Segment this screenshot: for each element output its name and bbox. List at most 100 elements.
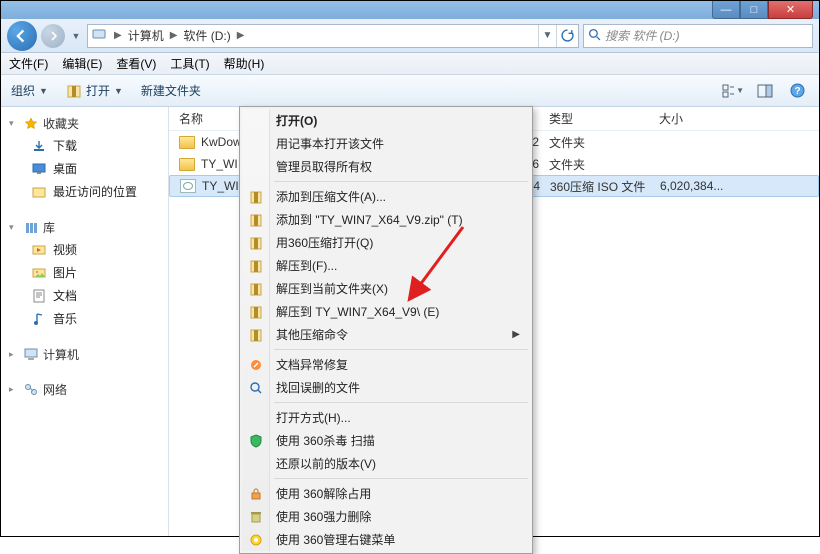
sidebar-libraries-head[interactable]: ▾ 库 bbox=[1, 217, 168, 238]
archive-icon bbox=[248, 212, 264, 228]
ctx-open-360zip[interactable]: 用360压缩打开(Q) bbox=[242, 231, 530, 254]
archive-icon bbox=[248, 281, 264, 297]
sidebar-label: 音乐 bbox=[53, 310, 77, 327]
refresh-icon bbox=[561, 29, 574, 42]
menu-edit[interactable]: 编辑(E) bbox=[62, 55, 102, 72]
sidebar-network-label: 网络 bbox=[43, 381, 67, 398]
sidebar-desktop[interactable]: 桌面 bbox=[1, 157, 168, 180]
preview-pane-button[interactable] bbox=[753, 81, 777, 101]
recent-icon bbox=[31, 184, 47, 200]
ctx-open[interactable]: 打开(O) bbox=[242, 109, 530, 132]
ctx-extract-to[interactable]: 解压到(F)... bbox=[242, 254, 530, 277]
menu-help[interactable]: 帮助(H) bbox=[224, 55, 265, 72]
ctx-extract-named[interactable]: 解压到 TY_WIN7_X64_V9\ (E) bbox=[242, 300, 530, 323]
menu-file[interactable]: 文件(F) bbox=[9, 55, 48, 72]
search-placeholder: 搜索 软件 (D:) bbox=[605, 27, 680, 44]
refresh-button[interactable] bbox=[556, 25, 578, 47]
sidebar-computer-label: 计算机 bbox=[43, 346, 79, 363]
address-dropdown[interactable]: ▼ bbox=[538, 25, 556, 47]
file-name: TY_WI bbox=[202, 179, 239, 193]
new-folder-button[interactable]: 新建文件夹 bbox=[141, 82, 201, 99]
archive-icon bbox=[248, 189, 264, 205]
breadcrumb-computer[interactable]: 计算机 bbox=[126, 27, 166, 44]
chevron-right-icon: ▸ bbox=[9, 384, 19, 395]
sidebar-recent[interactable]: 最近访问的位置 bbox=[1, 180, 168, 203]
gear-icon bbox=[248, 532, 264, 548]
sidebar-label: 最近访问的位置 bbox=[53, 183, 137, 200]
ctx-extract-here[interactable]: 解压到当前文件夹(X) bbox=[242, 277, 530, 300]
breadcrumb-sep-icon: ▶ bbox=[110, 30, 126, 41]
col-size[interactable]: 大小 bbox=[659, 110, 759, 127]
iso-icon bbox=[180, 179, 196, 193]
ctx-notepad[interactable]: 用记事本打开该文件 bbox=[242, 132, 530, 155]
menu-tools[interactable]: 工具(T) bbox=[170, 55, 209, 72]
file-type: 文件夹 bbox=[549, 156, 659, 173]
ctx-360-unlock[interactable]: 使用 360解除占用 bbox=[242, 482, 530, 505]
ctx-other-compress[interactable]: 其他压缩命令▶ bbox=[242, 323, 530, 346]
col-type[interactable]: 类型 bbox=[549, 110, 659, 127]
file-type: 文件夹 bbox=[549, 134, 659, 151]
sidebar-favorites-head[interactable]: ▾ 收藏夹 bbox=[1, 113, 168, 134]
sidebar-downloads[interactable]: 下载 bbox=[1, 134, 168, 157]
organize-button[interactable]: 组织 ▼ bbox=[11, 82, 48, 99]
ctx-doc-fix[interactable]: 文档异常修复 bbox=[242, 353, 530, 376]
breadcrumb-sep-icon: ▶ bbox=[166, 30, 182, 41]
ctx-admin[interactable]: 管理员取得所有权 bbox=[242, 155, 530, 178]
toolbar: 组织 ▼ 打开 ▼ 新建文件夹 ▼ ? bbox=[1, 75, 819, 107]
help-icon: ? bbox=[790, 83, 805, 98]
forward-button[interactable] bbox=[41, 24, 65, 48]
close-button[interactable]: ✕ bbox=[768, 1, 813, 19]
nav-history-dropdown[interactable]: ▼ bbox=[69, 31, 83, 41]
star-icon bbox=[23, 116, 39, 132]
ctx-separator bbox=[274, 181, 528, 182]
menu-view[interactable]: 查看(V) bbox=[116, 55, 156, 72]
ctx-open-with[interactable]: 打开方式(H)... bbox=[242, 406, 530, 429]
file-name: TY_WI bbox=[201, 157, 238, 171]
context-menu: 打开(O) 用记事本打开该文件 管理员取得所有权 添加到压缩文件(A)... 添… bbox=[239, 106, 533, 554]
sidebar-network-head[interactable]: ▸ 网络 bbox=[1, 379, 168, 400]
search-box[interactable]: 搜索 软件 (D:) bbox=[583, 24, 813, 48]
address-bar[interactable]: ▶ 计算机 ▶ 软件 (D:) ▶ ▼ bbox=[87, 24, 579, 48]
ctx-undelete[interactable]: 找回误删的文件 bbox=[242, 376, 530, 399]
chevron-down-icon: ▼ bbox=[736, 86, 744, 95]
pictures-icon bbox=[31, 265, 47, 281]
sidebar-computer-head[interactable]: ▸ 计算机 bbox=[1, 344, 168, 365]
menu-bar: 文件(F) 编辑(E) 查看(V) 工具(T) 帮助(H) bbox=[1, 53, 819, 75]
open-button[interactable]: 打开 ▼ bbox=[66, 82, 123, 99]
sidebar: ▾ 收藏夹 下载 桌面 最近访问的位置 ▾ 库 bbox=[1, 107, 169, 536]
view-options-button[interactable]: ▼ bbox=[721, 81, 745, 101]
ctx-restore-version[interactable]: 还原以前的版本(V) bbox=[242, 452, 530, 475]
desktop-icon bbox=[31, 161, 47, 177]
sidebar-label: 文档 bbox=[53, 287, 77, 304]
maximize-button[interactable]: □ bbox=[740, 1, 768, 19]
drive-icon bbox=[92, 28, 106, 40]
ctx-add-archive[interactable]: 添加到压缩文件(A)... bbox=[242, 185, 530, 208]
minimize-button[interactable]: — bbox=[712, 1, 740, 19]
sidebar-documents[interactable]: 文档 bbox=[1, 284, 168, 307]
sidebar-pictures[interactable]: 图片 bbox=[1, 261, 168, 284]
ctx-360-force-delete[interactable]: 使用 360强力删除 bbox=[242, 505, 530, 528]
network-icon bbox=[23, 382, 39, 398]
sidebar-libraries-label: 库 bbox=[43, 219, 55, 236]
title-bar: — □ ✕ bbox=[1, 1, 819, 19]
chevron-down-icon: ▼ bbox=[114, 86, 123, 96]
breadcrumb-drive[interactable]: 软件 (D:) bbox=[181, 27, 232, 44]
ctx-360-scan[interactable]: 使用 360杀毒 扫描 bbox=[242, 429, 530, 452]
trash-icon bbox=[248, 509, 264, 525]
music-icon bbox=[31, 311, 47, 327]
nav-bar: ▼ ▶ 计算机 ▶ 软件 (D:) ▶ ▼ 搜索 软件 (D:) bbox=[1, 19, 819, 53]
back-button[interactable] bbox=[7, 21, 37, 51]
lock-icon bbox=[248, 486, 264, 502]
sidebar-label: 图片 bbox=[53, 264, 77, 281]
ctx-add-zip[interactable]: 添加到 "TY_WIN7_X64_V9.zip" (T) bbox=[242, 208, 530, 231]
svg-text:?: ? bbox=[794, 86, 800, 97]
breadcrumb-sep-icon: ▶ bbox=[233, 30, 249, 41]
ctx-360-manage-menu[interactable]: 使用 360管理右键菜单 bbox=[242, 528, 530, 551]
sidebar-music[interactable]: 音乐 bbox=[1, 307, 168, 330]
file-name: KwDow bbox=[201, 135, 242, 149]
sidebar-videos[interactable]: 视频 bbox=[1, 238, 168, 261]
chevron-right-icon: ▸ bbox=[9, 349, 19, 360]
help-button[interactable]: ? bbox=[785, 81, 809, 101]
sidebar-label: 桌面 bbox=[53, 160, 77, 177]
archive-icon bbox=[248, 258, 264, 274]
